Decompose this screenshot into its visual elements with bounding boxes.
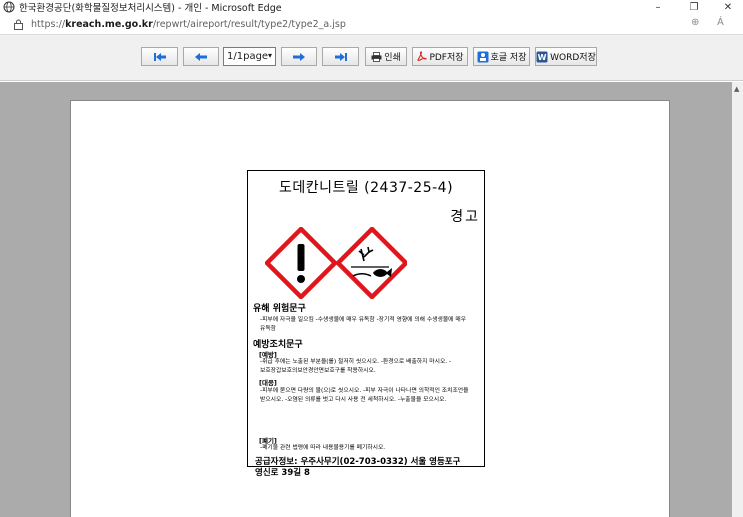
signal-word: 경고 [450,209,480,225]
pdf-icon [417,51,428,61]
exclamation-mark-icon [265,227,339,299]
pdf-save-label: PDF저장 [429,53,464,63]
previous-page-button[interactable] [183,47,219,66]
environment-hazard-icon [334,227,407,299]
window-title-bar: 한국환경공단(화학물질정보처리시스템) - 개인 - Microsoft Edg… [0,0,743,14]
url-text[interactable]: https://kreach.me.go.kr/repwrt/aireport/… [31,19,346,30]
ghs-pictograms [265,227,407,299]
last-page-icon [334,52,347,61]
last-page-button[interactable] [322,47,359,66]
restore-button[interactable]: ❐ [679,0,709,14]
hazard-heading: 유해 위험문구 [253,304,306,314]
page-info-icon[interactable] [13,19,24,30]
supplier-info: 공급자정보: 우주사무기(02-703-0332) 서울 영등포구 영신로 39… [255,457,460,479]
address-bar[interactable]: https://kreach.me.go.kr/repwrt/aireport/… [0,14,743,34]
minimize-button[interactable]: – [643,0,673,14]
response-heading: [대응] [259,379,277,387]
supplier-line-2: 영신로 39길 8 [255,468,310,478]
first-page-icon [153,52,166,61]
chevron-down-icon: ▾ [267,51,272,60]
scroll-up-icon[interactable]: ▲ [734,85,739,93]
word-save-button[interactable]: W WORD저장 [535,47,597,66]
restore-icon: ❐ [689,1,699,13]
svg-text:W: W [538,53,547,62]
hwp-save-label: 호글 저장 [490,53,527,63]
chemical-title: 도데칸니트릴 (2437-25-4) [278,180,454,196]
arrow-right-icon [293,52,305,61]
print-label: 인쇄 [384,53,401,63]
response-statements: -피부에 묻으면 다량의 물(으)로 씻으시오. -피부 자극이 나타나면 의학… [260,388,469,403]
window-title: 한국환경공단(화학물질정보처리시스템) - 개인 - Microsoft Edg… [19,3,282,14]
hwp-icon [477,51,488,62]
print-button[interactable]: 인쇄 [365,47,407,66]
disposal-statements: -폐기물 관련 법령에 따라 내용물용기를 폐기하시오. [260,445,386,451]
prevention-statements: -취급 후에는 노출된 부분을(를) 철저히 씻으시오. -환경으로 배출하지 … [260,359,452,374]
close-button[interactable]: ✕ [713,0,743,14]
next-page-button[interactable] [281,47,317,66]
zoom-icon[interactable]: ⊕ [691,17,699,28]
word-icon: W [536,51,548,62]
read-aloud-icon[interactable]: Á [717,17,724,28]
minimize-icon: – [655,1,661,13]
report-toolbar: 1/1page ▾ 인쇄 PDF저장 호글 저장 W WORD저장 [0,34,743,81]
vertical-scrollbar[interactable]: ▲ [732,82,743,517]
pdf-save-button[interactable]: PDF저장 [412,47,468,66]
hazard-statements: -피부에 자극을 일으킴 -수생생물에 매우 유독함 -장기적 영향에 의해 수… [260,317,467,332]
globe-icon [3,1,15,13]
supplier-line-1: 공급자정보: 우주사무기(02-703-0332) 서울 영등포구 [255,457,461,467]
close-icon: ✕ [723,1,733,13]
word-save-label: WORD저장 [550,53,596,63]
printer-icon [371,51,382,62]
msds-label: 도데칸니트릴 (2437-25-4) 경고 유해 위험문구 -피부에 자극을 일… [247,170,485,478]
hwp-save-button[interactable]: 호글 저장 [473,47,530,66]
arrow-left-icon [195,52,207,61]
page-select[interactable]: 1/1page ▾ [223,47,276,66]
first-page-button[interactable] [141,47,178,66]
